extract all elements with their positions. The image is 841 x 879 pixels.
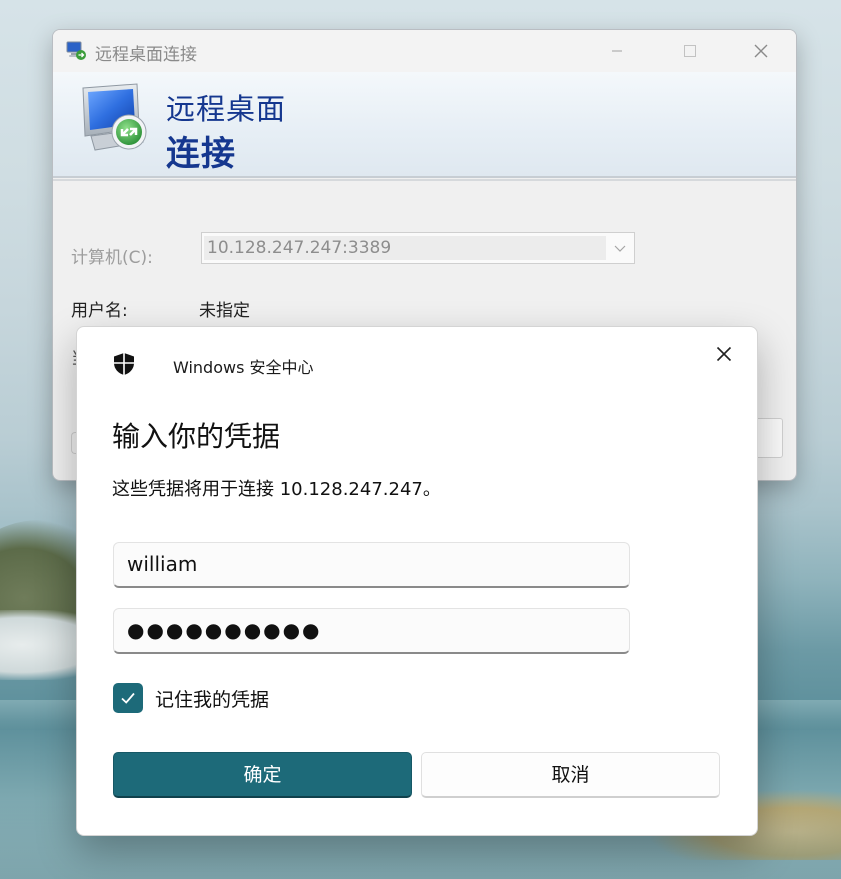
window-close-button[interactable] [739, 36, 783, 66]
computer-label: 计算机(C): [71, 248, 153, 268]
remember-credentials-label[interactable]: 记住我的凭据 [155, 685, 269, 712]
cancel-button[interactable]: 取消 [421, 752, 720, 798]
dialog-app-name: Windows 安全中心 [173, 358, 314, 377]
minimize-icon [612, 50, 622, 52]
rdp-titlebar[interactable]: 远程桌面连接 [53, 30, 796, 72]
rdp-banner: 远程桌面 连接 [53, 72, 796, 181]
username-field[interactable]: william [113, 542, 630, 588]
rdp-window-title: 远程桌面连接 [95, 45, 197, 65]
password-field[interactable]: ●●●●●●●●●● [113, 608, 630, 654]
remember-credentials-checkbox[interactable] [113, 683, 143, 713]
banner-title-line1: 远程桌面 [166, 92, 287, 126]
ok-button[interactable]: 确定 [113, 752, 412, 798]
chevron-down-icon[interactable] [612, 240, 628, 256]
checkmark-icon [121, 692, 135, 704]
remote-desktop-logo-icon [82, 83, 147, 151]
minimize-button[interactable] [595, 36, 639, 66]
shield-icon [114, 353, 134, 375]
close-icon [716, 346, 732, 362]
remote-desktop-icon [66, 41, 86, 60]
dialog-heading: 输入你的凭据 [112, 420, 281, 453]
banner-title-line2: 连接 [166, 134, 236, 174]
maximize-icon [684, 45, 696, 57]
close-icon [754, 44, 768, 58]
username-value: 未指定 [199, 301, 250, 321]
computer-combobox[interactable]: 10.128.247.247:3389 [201, 232, 635, 264]
dialog-close-button[interactable] [709, 339, 739, 369]
dialog-description: 这些凭据将用于连接 10.128.247.247。 [112, 479, 441, 500]
computer-value[interactable]: 10.128.247.247:3389 [204, 236, 606, 260]
credential-dialog: Windows 安全中心 输入你的凭据 这些凭据将用于连接 10.128.247… [76, 326, 758, 836]
maximize-button[interactable] [668, 36, 712, 66]
username-label: 用户名: [71, 301, 128, 321]
